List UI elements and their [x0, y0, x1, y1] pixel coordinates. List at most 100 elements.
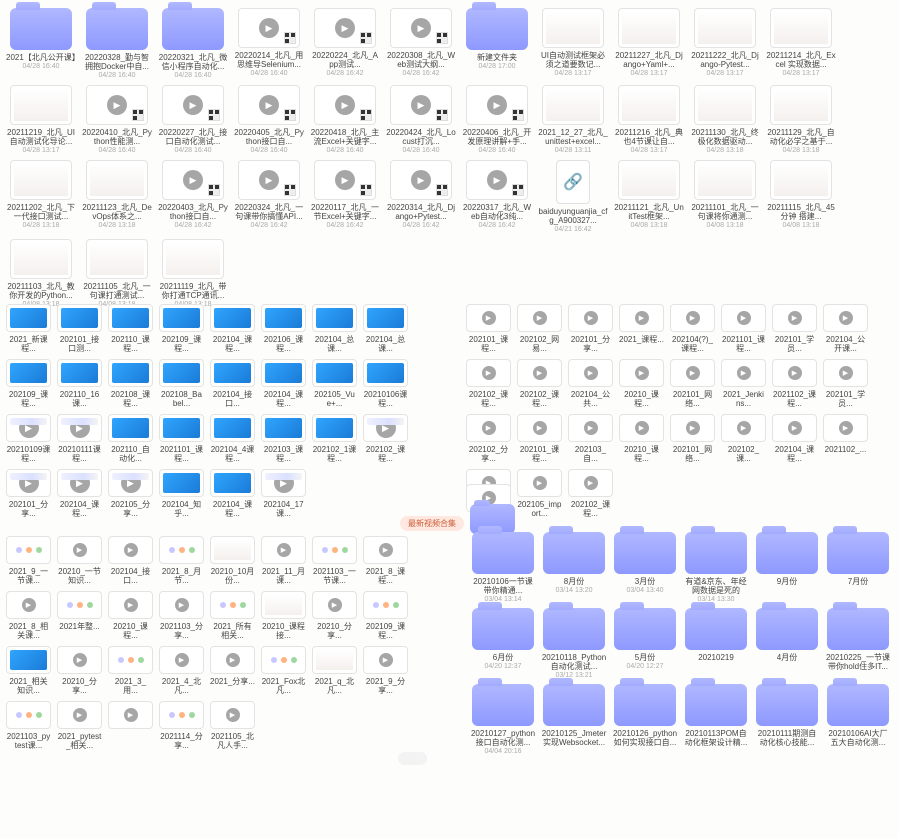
- list-item[interactable]: 20210118_Python自动化测试...03/12 13:21: [541, 608, 607, 679]
- list-item[interactable]: ▶20211119_北凡_带你打通TCP通讯...04/08 13:18: [158, 239, 228, 308]
- list-item[interactable]: ▶20210_课程...: [108, 591, 153, 640]
- list-item[interactable]: 2021_9_一节课...: [6, 536, 51, 585]
- list-item[interactable]: ▶2021_分享...: [210, 646, 255, 695]
- list-item[interactable]: ▶20220224_北凡_App测试...04/28 16:42: [310, 8, 380, 79]
- list-item[interactable]: 20210106一节课带你精通...03/04 13:14: [470, 532, 536, 603]
- list-item[interactable]: 2021_Fox北凡...: [261, 646, 306, 695]
- list-item[interactable]: ▶202104_课程...: [261, 359, 306, 408]
- list-item[interactable]: 7月份: [825, 532, 891, 603]
- list-item[interactable]: ▶20220317_北凡_Web自动化3纯...04/28 16:42: [462, 160, 532, 233]
- list-item[interactable]: ▶2021_新课程...: [6, 304, 51, 353]
- list-item[interactable]: 2021_3_用...: [108, 646, 153, 695]
- list-item[interactable]: ▶20211105_北凡_一句课打通测试...04/08 13:18: [82, 239, 152, 308]
- list-item[interactable]: ▶202102_课程...: [363, 414, 408, 463]
- list-item[interactable]: ▶202104_接口...: [210, 359, 255, 408]
- list-item[interactable]: ▶20210106课程...: [363, 359, 408, 408]
- list-item[interactable]: ▶2021105_北凡人手...: [210, 701, 255, 750]
- list-item[interactable]: ▶202101_学员...: [772, 304, 817, 353]
- list-item[interactable]: ▶2021_4_北凡...: [159, 646, 204, 695]
- list-item[interactable]: ▶202104_知乎...: [159, 469, 204, 518]
- list-item[interactable]: ▶202104_课程...: [772, 414, 817, 463]
- list-item[interactable]: ▶202103_课程...: [261, 414, 306, 463]
- list-item[interactable]: ▶20210_课程...: [619, 359, 664, 408]
- list-item[interactable]: 新建文件夹04/28 17:00: [462, 8, 532, 79]
- list-item[interactable]: ▶202104_课程...: [210, 304, 255, 353]
- list-item[interactable]: ▶202108_Babel...: [159, 359, 204, 408]
- list-item[interactable]: ▶202101_分享...: [6, 469, 51, 518]
- list-item[interactable]: ▶202104_公开课...: [823, 304, 868, 353]
- list-item[interactable]: ▶202102_1课程...: [312, 414, 357, 463]
- list-item[interactable]: ▶202104(?)_课程...: [670, 304, 715, 353]
- list-item[interactable]: ▶20220227_北凡_接口自动化测试...04/28 16:40: [158, 85, 228, 154]
- list-item[interactable]: ▶202101_学员...: [823, 359, 868, 408]
- list-item[interactable]: ▶20220424_北凡_Locust打沉...04/28 16:40: [386, 85, 456, 154]
- list-item[interactable]: ▶2021_9_分享...: [363, 646, 408, 695]
- list-item[interactable]: ▶20220410_北凡_Python性能测...04/28 16:40: [82, 85, 152, 154]
- list-item[interactable]: ▶20210_课程接...: [261, 591, 306, 640]
- list-item[interactable]: ▶202103_自...: [568, 414, 613, 463]
- list-item[interactable]: 2021103_一节课...: [312, 536, 357, 585]
- list-item[interactable]: ▶20220406_北凡_开发原理讲解+手...04/28 16:40: [462, 85, 532, 154]
- list-item[interactable]: ▶202101_网络...: [670, 359, 715, 408]
- list-item[interactable]: 202109_课程...: [363, 591, 408, 640]
- list-item[interactable]: ▶202110_课程...: [108, 304, 153, 353]
- list-item[interactable]: 2021_8_月节...: [159, 536, 204, 585]
- list-item[interactable]: ▶20211115_北凡_45分钟 搭建...04/08 13:18: [766, 160, 836, 233]
- list-item[interactable]: 5月份04/20 12:27: [612, 608, 678, 679]
- list-item[interactable]: ▶202109_课程...: [6, 359, 51, 408]
- list-item[interactable]: ▶202102_课程...: [466, 359, 511, 408]
- list-item[interactable]: 20210111期测自动化核心技能...: [754, 684, 820, 755]
- list-item[interactable]: ▶2021_Jenkins...: [721, 359, 766, 408]
- list-item[interactable]: ▶20211123_北凡_DevOps体系之...04/28 13:18: [82, 160, 152, 233]
- list-item[interactable]: ▶202109_课程...: [159, 304, 204, 353]
- list-item[interactable]: ▶20211214_北凡_Excel 实现数据...04/28 13:17: [766, 8, 836, 79]
- list-item[interactable]: 20210127_python接口自动化测...04/04 20:16: [470, 684, 536, 755]
- list-item[interactable]: ▶2021_8_相关课...: [6, 591, 51, 640]
- list-item[interactable]: 20210225_一节课带你hold住多IT...: [825, 608, 891, 679]
- list-item[interactable]: ▶20210109课程...: [6, 414, 51, 463]
- list-item[interactable]: ▶20211129_北凡_自动化必学之基于...04/28 13:18: [766, 85, 836, 154]
- list-item[interactable]: ▶202101_课程...: [517, 414, 562, 463]
- list-item[interactable]: ▶202101_接口测...: [57, 304, 102, 353]
- list-item[interactable]: ▶20211222_北凡_Django-Pytest...04/28 13:17: [690, 8, 760, 79]
- list-item[interactable]: ▶20210_课程...: [619, 414, 664, 463]
- list-item[interactable]: ▶: [108, 701, 153, 750]
- list-item[interactable]: 2021103_pytest课...: [6, 701, 51, 750]
- list-item[interactable]: 20220321_北凡_微信小程序自动化...04/28 16:40: [158, 8, 228, 79]
- list-item[interactable]: ▶202102_网易...: [517, 304, 562, 353]
- list-item[interactable]: ▶202104_17课...: [261, 469, 306, 518]
- list-item[interactable]: 6月份04/20 12:37: [470, 608, 536, 679]
- list-item[interactable]: ▶20220308_北凡_Web测试大纲...04/28 16:42: [386, 8, 456, 79]
- list-item[interactable]: ▶202105_Vue+...: [312, 359, 357, 408]
- list-item[interactable]: ▶20210_一节知识...: [57, 536, 102, 585]
- list-item[interactable]: ▶2021_q_北凡...: [312, 646, 357, 695]
- list-item[interactable]: ▶202102_分享...: [466, 414, 511, 463]
- list-item[interactable]: ▶202104_总课...: [312, 304, 357, 353]
- list-item[interactable]: ▶202104_总课...: [363, 304, 408, 353]
- list-item[interactable]: 🔗baiduyunguanjia_cfg_A900327...04/21 16:…: [538, 160, 608, 233]
- list-item[interactable]: 20210125_Jmeter实现Websocket...: [541, 684, 607, 755]
- list-item[interactable]: ▶20211101_北凡_一句课将你通测...04/08 13:18: [690, 160, 760, 233]
- list-item[interactable]: ▶2021102_课程...: [772, 359, 817, 408]
- list-item[interactable]: ▶2021_12_27_北凡_unittest+excel...04/28 13…: [538, 85, 608, 154]
- list-item[interactable]: ▶20220405_北凡_Python接口自...04/28 16:40: [234, 85, 304, 154]
- list-item[interactable]: ▶2021101_课程...: [159, 414, 204, 463]
- list-item[interactable]: 4月份: [754, 608, 820, 679]
- list-item[interactable]: ▶202101_网络...: [670, 414, 715, 463]
- list-item[interactable]: 2021114_分享...: [159, 701, 204, 750]
- list-item[interactable]: ▶20211216_北凡_典也4节课让自...04/28 13:17: [614, 85, 684, 154]
- list-item[interactable]: ▶202108_课程...: [108, 359, 153, 408]
- list-item[interactable]: ▶202104_接口...: [108, 536, 153, 585]
- list-item[interactable]: ▶202101_分享...: [568, 304, 613, 353]
- list-item[interactable]: ▶20211219_北凡_UI自动测试化导论...04/28 13:17: [6, 85, 76, 154]
- list-item[interactable]: ▶202110_自动化...: [108, 414, 153, 463]
- list-item[interactable]: ▶20210_10月份...: [210, 536, 255, 585]
- list-item[interactable]: 20210106AI大厂五大自动化测...: [825, 684, 891, 755]
- list-item[interactable]: 8月份03/14 13:20: [541, 532, 607, 603]
- tag-latest-videos[interactable]: 最新视频合集: [400, 516, 464, 531]
- list-item[interactable]: ▶20210_分享...: [312, 591, 357, 640]
- list-item[interactable]: 20220328_勤与智拥抱Docker中自...04/28 16:40: [82, 8, 152, 79]
- list-item[interactable]: ▶2021_pytest_相关...: [57, 701, 102, 750]
- list-item[interactable]: ▶202102_课...: [721, 414, 766, 463]
- list-item[interactable]: ▶2021103_分享...: [159, 591, 204, 640]
